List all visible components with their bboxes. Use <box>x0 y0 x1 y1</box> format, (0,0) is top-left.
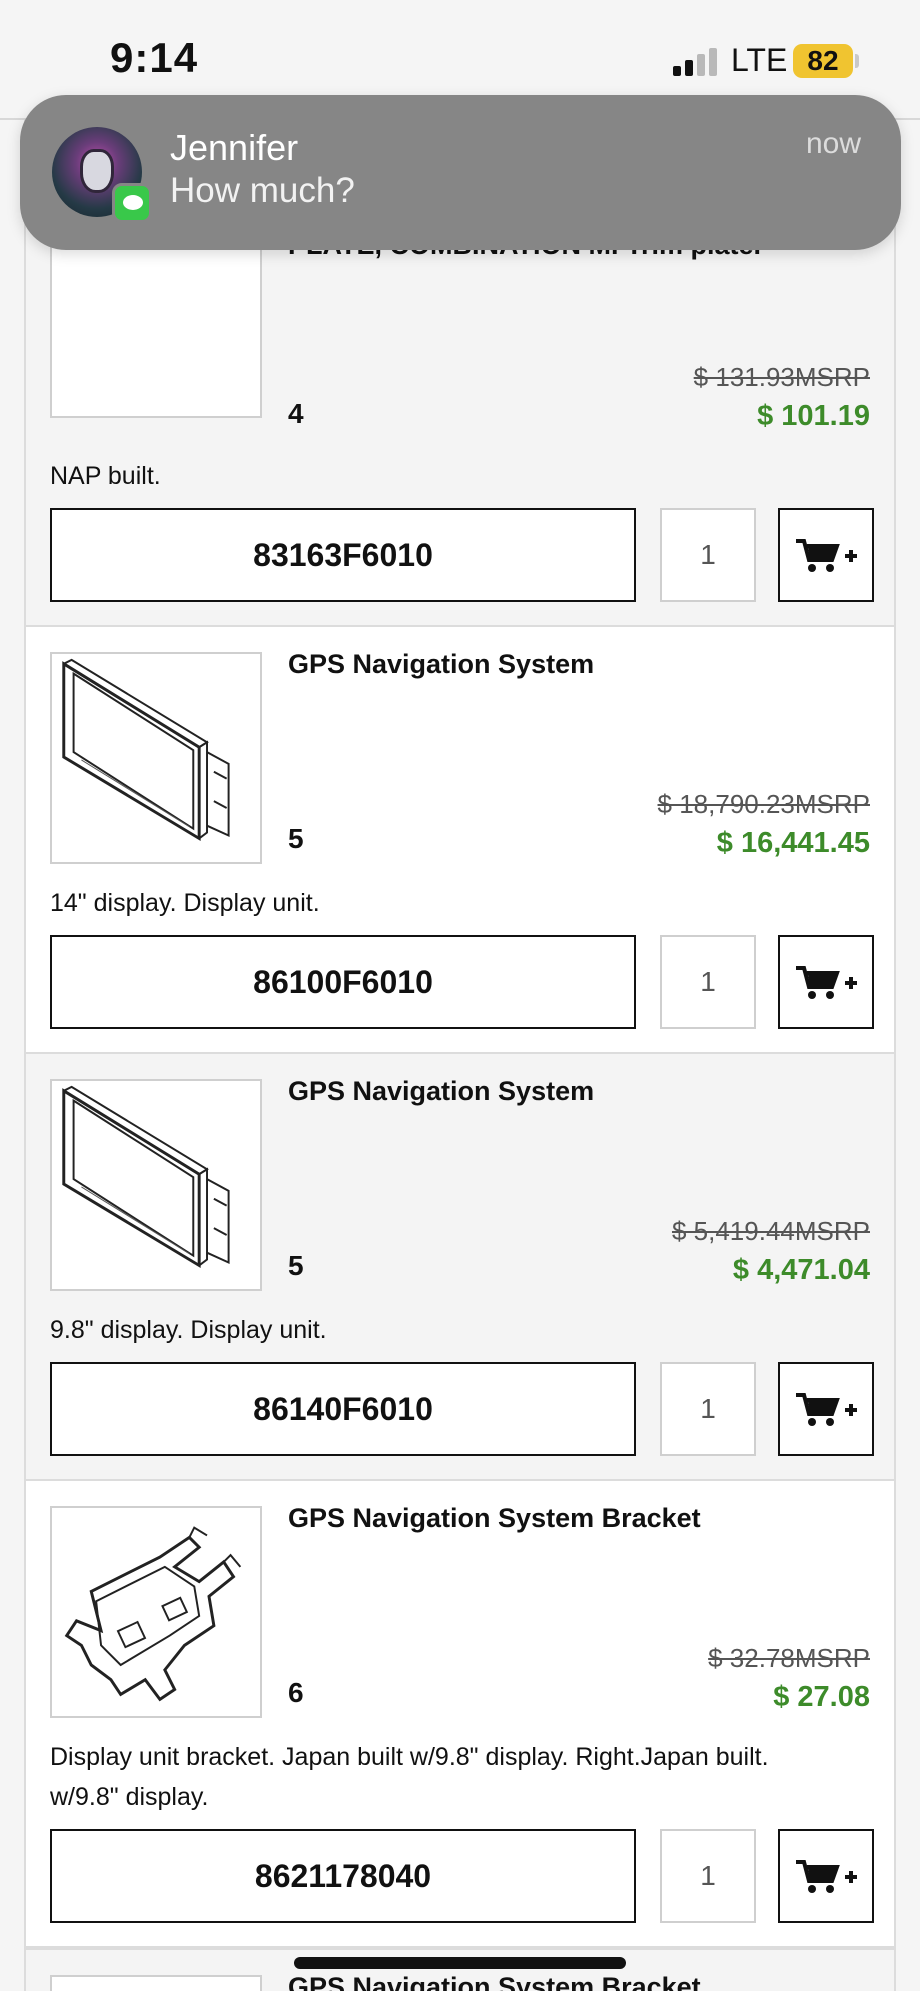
sale-price: $ 27.08 <box>773 1681 870 1713</box>
msrp-price: $ 131.93MSRP <box>693 362 870 392</box>
part-image[interactable] <box>50 222 262 418</box>
part-number-button[interactable]: 86100F6010 <box>50 935 636 1029</box>
part-image[interactable] <box>50 1079 262 1291</box>
msrp-price: $ 32.78MSRP <box>708 1643 870 1673</box>
add-to-cart-button[interactable] <box>778 1829 874 1923</box>
reference-number: 6 <box>288 1677 304 1708</box>
part-name[interactable]: GPS Navigation System Bracket <box>288 1503 701 1534</box>
display-unit-icon <box>62 658 230 842</box>
bracket-icon <box>52 1977 260 1991</box>
notification-time: now <box>805 127 861 160</box>
msrp-price: $ 5,419.44MSRP <box>671 1216 870 1246</box>
part-number-button[interactable]: 83163F6010 <box>50 508 636 602</box>
sale-price: $ 101.19 <box>757 400 870 432</box>
add-to-cart-button[interactable] <box>778 508 874 602</box>
battery-icon: 82 <box>793 44 853 78</box>
sale-price: $ 16,441.45 <box>716 827 870 859</box>
quantity-input[interactable]: 1 <box>660 935 756 1029</box>
part-number-button[interactable]: 8621178040 <box>50 1829 636 1923</box>
part-name[interactable]: GPS Navigation System Bracket <box>288 1972 701 1991</box>
part-description: 14" display. Display unit. <box>50 889 320 917</box>
message-notification[interactable]: Jennifer How much? now <box>20 95 901 250</box>
messages-app-icon <box>112 183 152 223</box>
quantity-input[interactable]: 1 <box>660 1829 756 1923</box>
add-to-cart-button[interactable] <box>778 1362 874 1456</box>
cart-plus-icon <box>796 539 857 572</box>
part-description: NAP built. <box>50 462 161 490</box>
notification-message: How much? <box>170 171 355 210</box>
trim-plate-icon <box>52 222 260 416</box>
quantity-input[interactable]: 1 <box>660 508 756 602</box>
part-card: GPS Navigation System 5 $ 18,790.23MSRP … <box>24 627 896 1054</box>
signal-strength-icon <box>673 48 721 76</box>
part-image[interactable] <box>50 1506 262 1718</box>
sale-price: $ 4,471.04 <box>732 1254 870 1286</box>
quantity-input[interactable]: 1 <box>660 1362 756 1456</box>
battery-tip <box>855 54 859 68</box>
reference-number: 5 <box>288 823 304 854</box>
reference-number: 4 <box>288 398 304 429</box>
add-to-cart-button[interactable] <box>778 935 874 1029</box>
part-name[interactable]: GPS Navigation System <box>288 1076 594 1107</box>
cart-plus-icon <box>796 1393 857 1426</box>
network-type: LTE <box>731 42 788 78</box>
part-image[interactable] <box>50 1975 262 1991</box>
bracket-icon <box>64 1526 242 1702</box>
part-name[interactable]: GPS Navigation System <box>288 649 594 680</box>
part-description: Display unit bracket. Japan built w/9.8"… <box>50 1743 769 1811</box>
part-card: GPS Navigation System 5 $ 5,419.44MSRP $… <box>24 1054 896 1481</box>
cart-plus-icon <box>796 966 857 999</box>
reference-number: 5 <box>288 1250 304 1281</box>
status-time: 9:14 <box>110 34 199 81</box>
home-indicator[interactable] <box>294 1957 626 1969</box>
notification-sender: Jennifer <box>170 127 299 168</box>
part-card: GPS Navigation System Bracket 6 $ 32.78M… <box>24 1481 896 1948</box>
part-description: 9.8" display. Display unit. <box>50 1316 327 1344</box>
display-unit-icon <box>62 1085 230 1269</box>
part-card: GPS Navigation System Bracket <box>24 1948 896 1991</box>
part-number-button[interactable]: 86140F6010 <box>50 1362 636 1456</box>
cart-plus-icon <box>796 1860 857 1893</box>
part-image[interactable] <box>50 652 262 864</box>
msrp-price: $ 18,790.23MSRP <box>657 789 870 819</box>
